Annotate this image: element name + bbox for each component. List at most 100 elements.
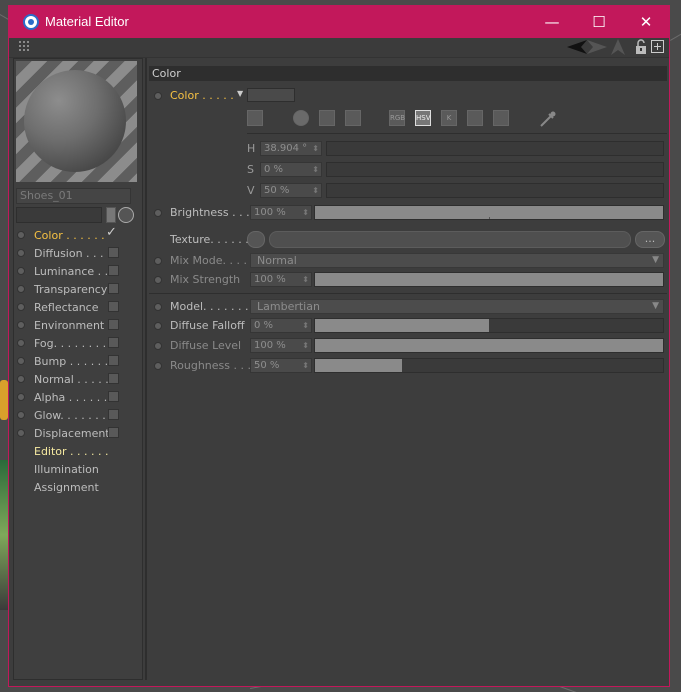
channel-item-illumination[interactable]: Illumination [14, 460, 142, 478]
channel-dot[interactable] [17, 267, 25, 275]
preview-size-field[interactable] [16, 207, 102, 223]
new-window-icon[interactable] [651, 40, 664, 53]
texture-menu-button[interactable] [247, 231, 265, 248]
roughness-slider[interactable] [314, 358, 664, 373]
preview-options-icon[interactable] [118, 207, 134, 223]
channel-dot[interactable] [17, 303, 25, 311]
channel-item-transparency[interactable]: Transparency [14, 280, 142, 298]
kelvin-icon[interactable]: K [441, 110, 457, 126]
color-swatch[interactable] [247, 88, 295, 102]
animation-dot[interactable] [154, 276, 162, 284]
material-name-field[interactable]: Shoes_01 [16, 188, 131, 204]
channel-item-alpha[interactable]: Alpha . . . . . . [14, 388, 142, 406]
mix-strength-field[interactable]: 100 % ⬍ [250, 272, 312, 287]
diffuse-level-slider[interactable] [314, 338, 664, 353]
channel-checkbox-checked-icon[interactable]: ✓ [106, 225, 117, 240]
channel-checkbox[interactable] [108, 265, 119, 276]
channel-checkbox[interactable] [108, 301, 119, 312]
channel-dot[interactable] [17, 231, 25, 239]
channel-dot[interactable] [17, 411, 25, 419]
channel-dot[interactable] [17, 249, 25, 257]
arrow-right-icon[interactable] [587, 40, 607, 54]
v-field[interactable]: 50 % ⬍ [260, 183, 322, 198]
diffuse-level-field[interactable]: 100 % ⬍ [250, 338, 312, 353]
animation-dot[interactable] [154, 92, 162, 100]
stepper-icon[interactable]: ⬍ [312, 142, 319, 155]
texture-browse-button[interactable]: ... [635, 231, 665, 248]
diffuse-falloff-slider[interactable] [314, 318, 664, 333]
channel-checkbox[interactable] [108, 247, 119, 258]
channel-checkbox[interactable] [108, 427, 119, 438]
model-select[interactable]: Lambertian ▼ [250, 299, 664, 314]
arrow-left-icon[interactable] [567, 40, 587, 54]
stepper-icon[interactable]: ⬍ [302, 319, 309, 332]
animation-dot[interactable] [154, 322, 162, 330]
v-slider[interactable] [326, 183, 664, 198]
channel-dot[interactable] [17, 285, 25, 293]
picture-icon-2[interactable] [345, 110, 361, 126]
diffuse-falloff-field[interactable]: 0 % ⬍ [250, 318, 312, 333]
channel-dot[interactable] [17, 339, 25, 347]
stepper-icon[interactable]: ⬍ [302, 359, 309, 372]
channel-item-color[interactable]: Color . . . . . . ✓ [14, 225, 142, 244]
channel-dot[interactable] [17, 375, 25, 383]
close-button[interactable]: ✕ [623, 6, 669, 38]
animation-dot[interactable] [154, 209, 162, 217]
channel-item-reflectance[interactable]: Reflectance [14, 298, 142, 316]
picture-icon[interactable] [319, 110, 335, 126]
stepper-icon[interactable]: ⬍ [302, 273, 309, 286]
channel-item-environment[interactable]: Environment [14, 316, 142, 334]
preview-handle[interactable] [106, 207, 116, 223]
stepper-icon[interactable]: ⬍ [312, 184, 319, 197]
s-slider[interactable] [326, 162, 664, 177]
maximize-button[interactable]: ☐ [576, 6, 622, 38]
panel-divider[interactable] [145, 58, 147, 680]
texture-field[interactable] [269, 231, 631, 248]
animation-dot[interactable] [154, 257, 162, 265]
channel-item-fog[interactable]: Fog. . . . . . . . [14, 334, 142, 352]
grid-icon[interactable] [19, 41, 31, 53]
channel-item-luminance[interactable]: Luminance . . [14, 262, 142, 280]
h-field[interactable]: 38.904 ° ⬍ [260, 141, 322, 156]
color-wheel-icon[interactable] [247, 110, 263, 126]
swatches-icon[interactable] [493, 110, 509, 126]
eyedropper-icon[interactable] [539, 110, 557, 128]
brightness-field[interactable]: 100 % ⬍ [250, 205, 312, 220]
channel-checkbox[interactable] [108, 337, 119, 348]
minimize-button[interactable]: — [529, 6, 575, 38]
title-bar[interactable]: Material Editor — ☐ ✕ [9, 6, 669, 38]
lock-icon[interactable] [635, 39, 647, 55]
animation-dot[interactable] [154, 342, 162, 350]
channel-item-normal[interactable]: Normal . . . . . [14, 370, 142, 388]
channel-dot[interactable] [17, 357, 25, 365]
channel-item-editor[interactable]: Editor . . . . . . [14, 442, 142, 460]
stepper-icon[interactable]: ⬍ [312, 163, 319, 176]
channel-checkbox[interactable] [108, 373, 119, 384]
channel-item-glow[interactable]: Glow. . . . . . . [14, 406, 142, 424]
stepper-icon[interactable]: ⬍ [302, 206, 309, 219]
stepper-icon[interactable]: ⬍ [302, 339, 309, 352]
hsv-icon[interactable]: HSV [415, 110, 431, 126]
channel-dot[interactable] [17, 393, 25, 401]
brightness-slider[interactable] [314, 205, 664, 220]
animation-dot[interactable] [154, 303, 162, 311]
channel-checkbox[interactable] [108, 391, 119, 402]
channel-dot[interactable] [17, 321, 25, 329]
channel-checkbox[interactable] [108, 283, 119, 294]
rgb-icon[interactable]: RGB [389, 110, 405, 126]
roughness-field[interactable]: 50 % ⬍ [250, 358, 312, 373]
channel-item-displacement[interactable]: Displacement [14, 424, 142, 442]
channel-item-assignment[interactable]: Assignment [14, 478, 142, 496]
mix-strength-slider[interactable] [314, 272, 664, 287]
channel-checkbox[interactable] [108, 409, 119, 420]
channel-dot[interactable] [17, 429, 25, 437]
channel-checkbox[interactable] [108, 319, 119, 330]
chevron-down-icon[interactable]: ▼ [237, 89, 243, 98]
mixer-icon[interactable] [467, 110, 483, 126]
mix-mode-select[interactable]: Normal ▼ [250, 253, 664, 268]
s-field[interactable]: 0 % ⬍ [260, 162, 322, 177]
channel-checkbox[interactable] [108, 355, 119, 366]
channel-item-bump[interactable]: Bump . . . . . . [14, 352, 142, 370]
channel-item-diffusion[interactable]: Diffusion . . . [14, 244, 142, 262]
up-icon[interactable] [611, 39, 625, 55]
